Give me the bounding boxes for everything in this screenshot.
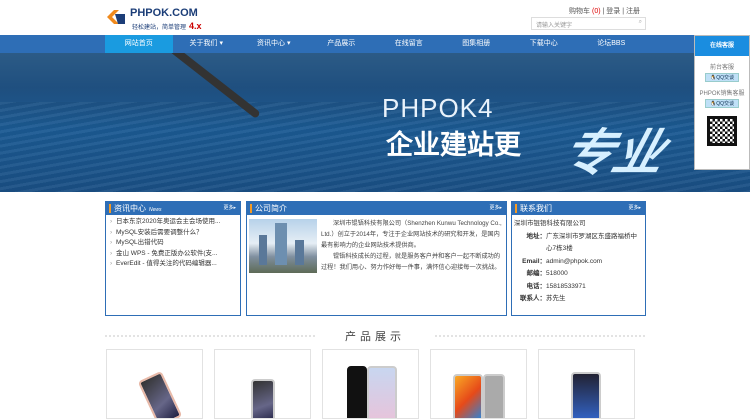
- news-subtitle: News: [149, 207, 162, 213]
- about-paragraph: 锟铻科技成长的过程，就是服务客户并和客户一起不断成功的过程！我们用心、努力作好每…: [321, 253, 501, 271]
- nav-bbs[interactable]: 论坛BBS: [578, 35, 646, 53]
- cart-count: (0): [592, 8, 601, 15]
- service-title: 在线客服: [695, 36, 749, 56]
- about-title: 公司简介: [255, 204, 287, 213]
- nav-news[interactable]: 资讯中心 ▾: [240, 35, 308, 53]
- search-placeholder: 请输入关键字: [536, 23, 573, 29]
- logo-title: PHPOK.COM: [130, 7, 198, 19]
- nav-photos[interactable]: 图集相册: [443, 35, 511, 53]
- logo-icon: [107, 10, 125, 24]
- search-input[interactable]: 请输入关键字 ⌕: [531, 17, 646, 30]
- product-card[interactable]: [214, 349, 311, 419]
- product-card[interactable]: [322, 349, 419, 419]
- nav-label: 产品展示: [327, 40, 356, 47]
- qr-code: [707, 116, 737, 146]
- product-image: [347, 366, 367, 418]
- product-image: [453, 374, 483, 418]
- company-name: 深圳市锟铻科技有限公司: [514, 220, 586, 227]
- nav-label: 关于我们: [189, 40, 218, 47]
- contact-title: 联系我们: [520, 204, 552, 213]
- nav-label: 下载中心: [529, 40, 558, 47]
- more-label: 更多: [628, 205, 639, 211]
- product-card[interactable]: [430, 349, 527, 419]
- qq-chat-button[interactable]: 🐧QQ交谈: [705, 73, 739, 82]
- contact-more-link[interactable]: 更多▸: [628, 202, 641, 215]
- header: PHPOK.COM 轻松建站，简单管理 4.x 购物车 (0) | 登录 | 注册…: [0, 0, 750, 35]
- news-item[interactable]: 日本东京2020年奥运会主会场使用...: [106, 217, 240, 228]
- caret-down-icon: ▾: [219, 40, 223, 47]
- service-label: 前台客服: [709, 65, 734, 71]
- nav-label: 论坛BBS: [597, 40, 626, 47]
- online-service-panel: 在线客服 前台客服 🐧QQ交谈 PHPOK销售客服 🐧QQ交谈: [694, 35, 750, 170]
- nav-message[interactable]: 在线留言: [375, 35, 443, 53]
- product-image: [483, 374, 505, 418]
- news-item[interactable]: 金山 WPS - 免费正版办公软件(支...: [106, 249, 240, 260]
- product-card[interactable]: [538, 349, 635, 419]
- nav-label: 在线留言: [394, 40, 423, 47]
- nav-label: 网站首页: [124, 40, 153, 47]
- slogan-text: 轻松建站，简单管理: [132, 25, 187, 31]
- news-more-link[interactable]: 更多▸: [223, 202, 236, 215]
- about-paragraph: 深圳市锟铻科技有限公司（Shenzhen Kunwu Technology Co…: [321, 220, 502, 249]
- banner-script: 专业: [556, 125, 672, 181]
- contact-value: 苏先生: [546, 295, 566, 302]
- products-title: 产品展示: [345, 331, 405, 343]
- contact-value: 广东深圳市罗湖区东盛路福桥中心7栋3楼: [546, 232, 637, 253]
- about-more-link[interactable]: 更多▸: [489, 202, 502, 215]
- contact-box: 联系我们 更多▸ 深圳市锟铻科技有限公司 地址： 广东深圳市罗湖区东盛路福桥中心7栋…: [511, 201, 646, 316]
- contact-header: 联系我们 更多▸: [512, 202, 645, 215]
- caret-down-icon: ▾: [286, 40, 291, 47]
- news-header: 资讯中心 News 更多▸: [106, 202, 240, 215]
- main-nav: 网站首页 关于我们 ▾ 资讯中心 ▾ 产品展示 在线留言 图集相册 下载中心 论…: [0, 35, 750, 53]
- more-label: 更多: [489, 205, 500, 211]
- qq-chat-button[interactable]: 🐧QQ交谈: [705, 99, 739, 108]
- about-box: 公司简介 更多▸ 深圳市锟铻科技有限公司（Shenzhen Kunwu Techn…: [246, 201, 507, 316]
- news-box: 资讯中心News 更多▸ 日本东京2020年奥运会主会场使用... MySQL安装…: [105, 201, 241, 316]
- contact-key: 邮编：: [526, 270, 547, 277]
- nav-home[interactable]: 网站首页: [105, 35, 173, 53]
- product-image: [251, 379, 275, 418]
- qq-label: QQ交谈: [716, 75, 734, 81]
- contact-key: 联系人：: [520, 295, 546, 302]
- contact-info: 深圳市锟铻科技有限公司 地址： 广东深圳市罗湖区东盛路福桥中心7栋3楼 Email…: [512, 215, 645, 306]
- logo-slogan: 轻松建站，简单管理 4.x: [132, 21, 202, 31]
- logo[interactable]: PHPOK.COM 轻松建站，简单管理 4.x: [105, 4, 215, 31]
- top-links: 购物车 (0) | 登录 | 注册: [569, 8, 640, 15]
- news-item[interactable]: EverEdit - 值得关注的代码编辑器...: [106, 259, 240, 270]
- nav-label: 图集相册: [462, 40, 491, 47]
- nav-label: 资讯中心: [257, 40, 286, 47]
- products-section-title: 产品展示: [105, 328, 645, 343]
- product-image: [571, 372, 601, 418]
- contact-key: 地址：: [526, 232, 547, 240]
- qq-label: QQ交谈: [716, 101, 734, 107]
- banner-heading: PHPOK4: [382, 93, 494, 123]
- product-image: [137, 370, 183, 418]
- cart-link[interactable]: 购物车: [569, 8, 590, 15]
- more-label: 更多: [223, 205, 234, 211]
- service-label: PHPOK销售客服: [699, 91, 745, 97]
- nav-about[interactable]: 关于我们 ▾: [173, 35, 241, 53]
- contact-value: admin@phpok.com: [546, 257, 603, 265]
- news-item[interactable]: MySQL安装后需要调整什么？: [106, 228, 240, 239]
- contact-key: Email：: [522, 257, 546, 265]
- contact-value: 518000: [546, 270, 568, 277]
- hero-banner[interactable]: PHPOK4 企业建站更 专业 123: [0, 53, 750, 192]
- banner-subheading: 企业建站更: [386, 130, 521, 160]
- contact-value: 15818533971: [546, 282, 586, 290]
- product-image: [367, 366, 397, 418]
- login-link[interactable]: 登录: [606, 8, 620, 15]
- nav-downloads[interactable]: 下载中心: [510, 35, 578, 53]
- about-text: 深圳市锟铻科技有限公司（Shenzhen Kunwu Technology Co…: [321, 218, 502, 273]
- company-building-image: [249, 219, 317, 273]
- contact-key: 电话：: [526, 282, 547, 290]
- logo-version: 4.x: [189, 21, 202, 31]
- news-item[interactable]: MySQL出错代码: [106, 238, 240, 249]
- nav-products[interactable]: 产品展示: [308, 35, 376, 53]
- product-card[interactable]: [106, 349, 203, 419]
- search-icon[interactable]: ⌕: [639, 19, 642, 26]
- about-header: 公司简介 更多▸: [247, 202, 506, 215]
- register-link[interactable]: 注册: [626, 8, 640, 15]
- news-title: 资讯中心: [114, 204, 146, 213]
